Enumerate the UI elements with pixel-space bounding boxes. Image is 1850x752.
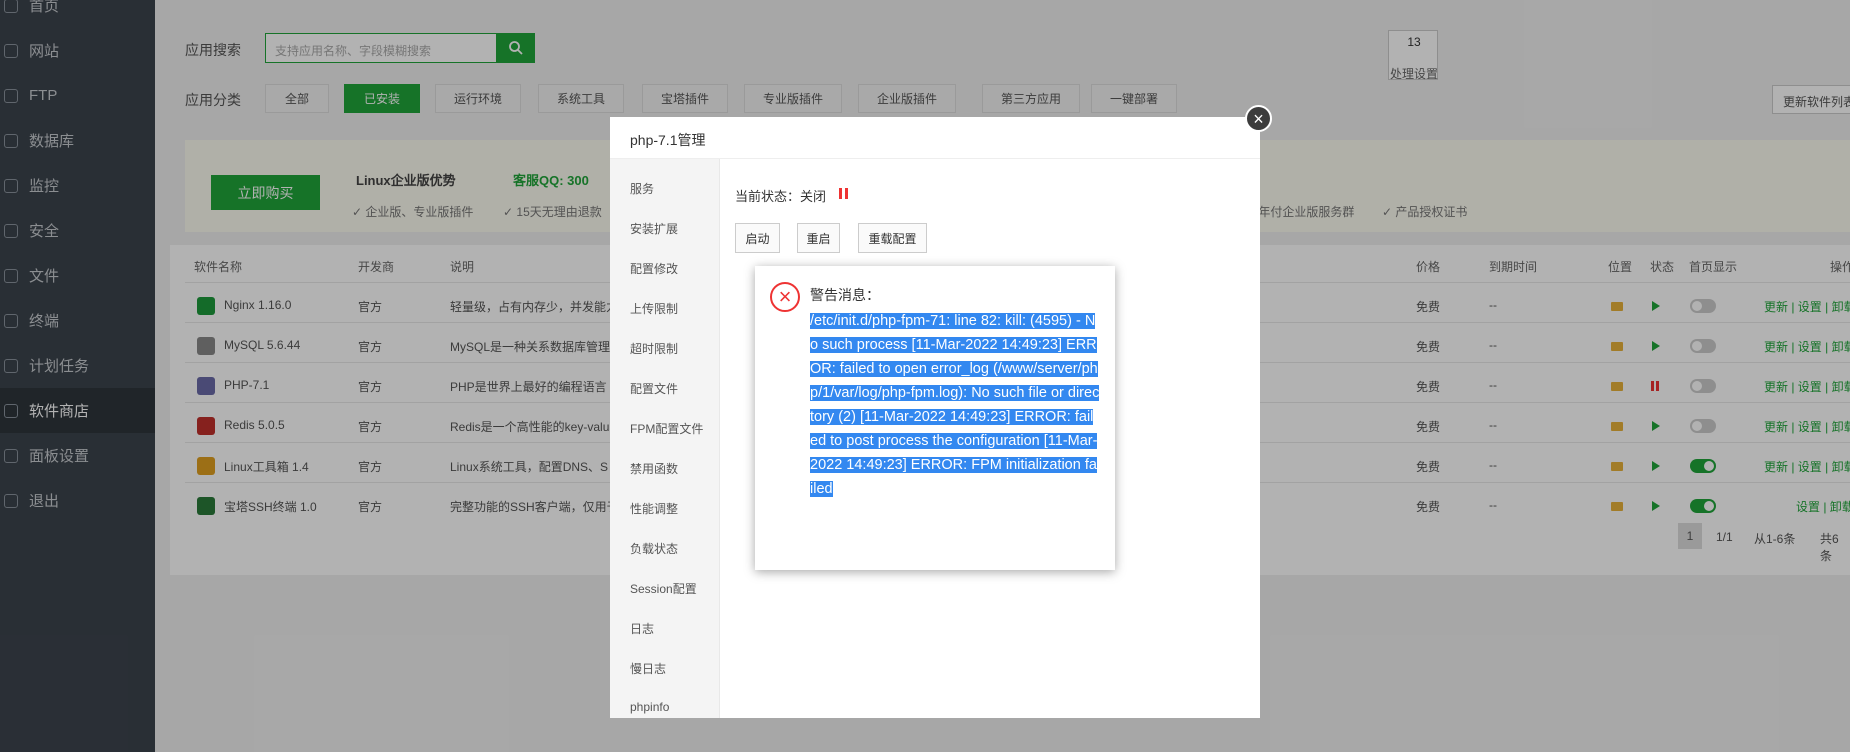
start-button[interactable]: 启动 xyxy=(735,223,780,253)
modal-menu-item[interactable]: 日志 xyxy=(630,620,654,637)
warning-message[interactable]: /etc/init.d/php-fpm-71: line 82: kill: (… xyxy=(810,309,1100,501)
reload-config-button[interactable]: 重载配置 xyxy=(858,223,927,253)
modal-menu-item[interactable]: 禁用函数 xyxy=(630,460,678,477)
close-icon: × xyxy=(1253,108,1264,129)
modal-menu-item[interactable]: 上传限制 xyxy=(630,300,678,317)
modal-menu-item[interactable]: 服务 xyxy=(630,180,654,197)
modal-menu-item[interactable]: 负载状态 xyxy=(630,540,678,557)
restart-button[interactable]: 重启 xyxy=(797,223,840,253)
modal-menu-item[interactable]: 慢日志 xyxy=(630,660,666,677)
stopped-icon xyxy=(839,188,848,199)
close-modal-button[interactable]: × xyxy=(1245,105,1272,132)
modal-menu-item[interactable]: 配置文件 xyxy=(630,380,678,397)
modal-menu-item[interactable]: FPM配置文件 xyxy=(630,420,703,437)
warning-dialog: × 警告消息： /etc/init.d/php-fpm-71: line 82:… xyxy=(755,266,1115,570)
modal-menu-item[interactable]: 超时限制 xyxy=(630,340,678,357)
modal-menu: 服务安装扩展配置修改上传限制超时限制配置文件 FPM配置文件 禁用函数性能调整负载状… xyxy=(610,159,720,718)
error-icon: × xyxy=(770,282,800,312)
service-status: 当前状态：关闭 xyxy=(735,189,827,204)
modal-menu-item[interactable]: 性能调整 xyxy=(630,500,678,517)
modal-menu-item[interactable]: phpinfo xyxy=(630,700,669,714)
modal-menu-item[interactable]: 配置修改 xyxy=(630,260,678,277)
modal-menu-item[interactable]: 安装扩展 xyxy=(630,220,678,237)
modal-title: php-7.1管理 xyxy=(610,117,1260,159)
warning-title: 警告消息： xyxy=(810,287,880,303)
modal-menu-item[interactable]: Session配置 xyxy=(630,580,697,597)
warning-message-text: /etc/init.d/php-fpm-71: line 82: kill: (… xyxy=(810,313,1100,497)
